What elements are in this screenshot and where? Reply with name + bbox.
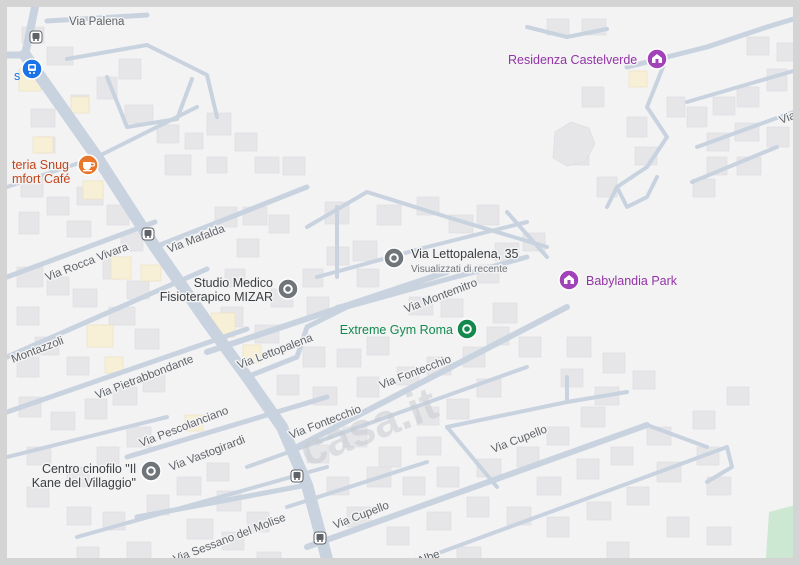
map-canvas[interactable]: Via Palena Via Rocca Vivara Via Mafalda … [7,7,800,565]
poi-label-studio-2[interactable]: Fisioterapico MIZAR [158,289,274,306]
gym-icon[interactable] [456,318,478,340]
place-pin-icon[interactable] [383,247,405,269]
poi-label-snug-1[interactable]: teria Snug [11,157,71,174]
poi-label-lettopalena-35[interactable]: Via Lettopalena, 35 [410,246,521,263]
place-pin-icon[interactable] [140,460,162,482]
place-pin-icon[interactable] [277,278,299,300]
poi-label-left-edge: s [14,69,20,83]
poi-label-residenza[interactable]: Residenza Castelverde [507,52,639,69]
poi-label-snug-2[interactable]: mfort Café [11,171,72,188]
poi-label-centro-1[interactable]: Centro cinofilo "Il [40,461,137,478]
poi-label-babylandia[interactable]: Babylandia Park [585,273,680,290]
bus-stop-icon[interactable] [313,531,327,545]
poi-label-centro-2[interactable]: Kane del Villaggio" [30,475,137,492]
amusement-park-icon[interactable] [558,269,580,291]
bus-stop-icon[interactable] [290,469,304,483]
bus-stop-icon[interactable] [29,30,43,44]
poi-label-studio-1[interactable]: Studio Medico [192,275,274,292]
cafe-icon[interactable] [77,154,99,176]
map-frame: Via Palena Via Rocca Vivara Via Mafalda … [0,0,800,565]
street-label-palena: Via Palena [69,16,125,28]
amusement-park-icon[interactable] [646,48,668,70]
poi-label-extreme-gym[interactable]: Extreme Gym Roma [338,322,454,339]
bus-stop-icon[interactable] [141,227,155,241]
transit-station-icon[interactable] [21,58,43,80]
poi-sublabel-recent: Visualizzati di recente [411,264,508,275]
